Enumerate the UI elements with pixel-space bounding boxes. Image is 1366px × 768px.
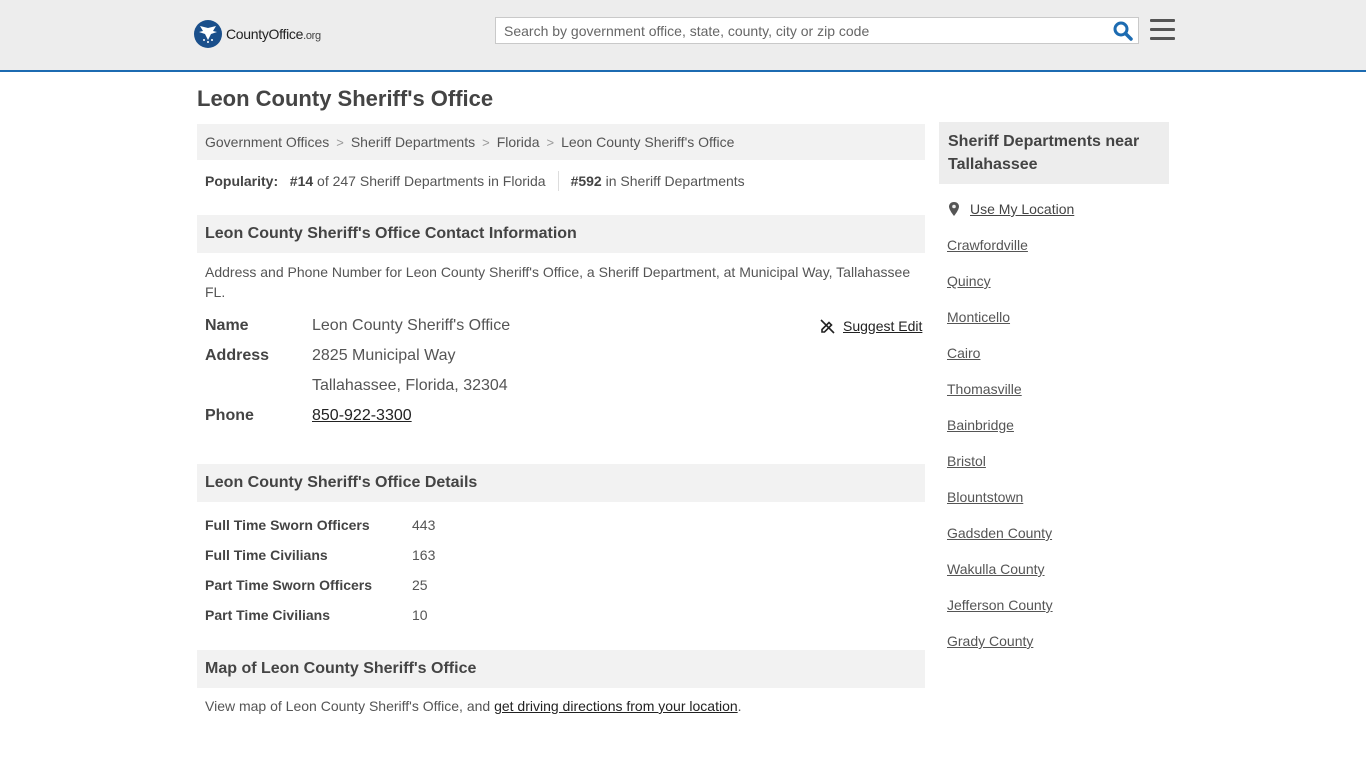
map-text-prefix: View map of Leon County Sheriff's Office…	[205, 698, 491, 714]
contact-heading: Leon County Sheriff's Office Contact Inf…	[197, 215, 925, 253]
nearby-link[interactable]: Cairo	[947, 345, 980, 361]
divider	[557, 171, 559, 191]
chevron-right-icon: >	[546, 134, 555, 150]
driving-directions-link[interactable]: get driving directions from your locatio…	[494, 698, 738, 714]
site-logo[interactable]: CountyOffice.org	[194, 20, 321, 48]
search-icon[interactable]	[1112, 20, 1134, 42]
map-heading: Map of Leon County Sheriff's Office	[197, 650, 925, 688]
site-header: CountyOffice.org	[0, 0, 1366, 72]
breadcrumb-sheriff-departments[interactable]: Sheriff Departments	[351, 134, 475, 150]
page-title: Leon County Sheriff's Office	[197, 86, 494, 111]
detail-label: Full Time Sworn Officers	[205, 517, 370, 533]
suggest-edit-label: Suggest Edit	[843, 318, 923, 334]
detail-label: Full Time Civilians	[205, 547, 328, 563]
phone-link[interactable]: 850-922-3300	[312, 407, 412, 425]
list-item: Wakulla County	[947, 561, 1053, 597]
detail-value: 163	[412, 547, 436, 563]
breadcrumb-current[interactable]: Leon County Sheriff's Office	[561, 134, 734, 150]
detail-value: 10	[412, 607, 428, 623]
eagle-logo-icon	[194, 20, 222, 48]
address-label: Address	[205, 347, 270, 364]
logo-text: CountyOffice.org	[226, 26, 321, 42]
map-description: View map of Leon County Sheriff's Office…	[205, 698, 742, 714]
hamburger-menu-icon[interactable]	[1150, 19, 1175, 41]
nearby-link[interactable]: Thomasville	[947, 381, 1022, 397]
nearby-link[interactable]: Monticello	[947, 309, 1010, 325]
use-my-location-link[interactable]: Use My Location	[970, 201, 1074, 217]
nearby-link[interactable]: Blountstown	[947, 489, 1023, 505]
search-box	[495, 17, 1139, 44]
map-text-suffix: .	[737, 698, 742, 714]
sidebar-heading: Sheriff Departments near Tallahassee	[939, 122, 1169, 184]
detail-value: 25	[412, 577, 428, 593]
list-item: Jefferson County	[947, 597, 1053, 633]
list-item: Quincy	[947, 273, 1053, 309]
list-item: Gadsden County	[947, 525, 1053, 561]
nearby-list: Crawfordville Quincy Monticello Cairo Th…	[947, 237, 1053, 669]
nearby-link[interactable]: Crawfordville	[947, 237, 1028, 253]
list-item: Cairo	[947, 345, 1053, 381]
office-name: Leon County Sheriff's Office	[312, 317, 511, 334]
list-item: Bainbridge	[947, 417, 1053, 453]
popularity-label: Popularity:	[205, 173, 279, 189]
detail-label: Part Time Civilians	[205, 607, 331, 623]
nearby-link[interactable]: Bainbridge	[947, 417, 1014, 433]
contact-description: Address and Phone Number for Leon County…	[205, 264, 911, 300]
map-pin-icon	[949, 202, 959, 216]
address-line2: Tallahassee, Florida, 32304	[312, 377, 508, 394]
suggest-edit-link[interactable]: Suggest Edit	[820, 318, 922, 334]
national-rank-text: in Sheriff Departments	[605, 173, 745, 189]
list-item: Crawfordville	[947, 237, 1053, 273]
breadcrumb-government-offices[interactable]: Government Offices	[205, 134, 329, 150]
name-label: Name	[205, 317, 249, 334]
state-rank-text: of 247 Sheriff Departments in Florida	[317, 173, 546, 189]
detail-label: Part Time Sworn Officers	[205, 577, 373, 593]
use-my-location: Use My Location	[947, 201, 1074, 217]
edit-off-icon	[820, 318, 835, 334]
list-item: Blountstown	[947, 489, 1053, 525]
details-heading: Leon County Sheriff's Office Details	[197, 464, 925, 502]
address-line1: 2825 Municipal Way	[312, 347, 456, 364]
phone-label: Phone	[205, 407, 254, 424]
logo-main: CountyOffice	[226, 26, 304, 42]
state-rank: #14	[289, 173, 314, 189]
nearby-link[interactable]: Quincy	[947, 273, 991, 289]
list-item: Grady County	[947, 633, 1053, 669]
logo-suffix: .org	[303, 30, 321, 42]
list-item: Monticello	[947, 309, 1053, 345]
nearby-link[interactable]: Jefferson County	[947, 597, 1053, 613]
nearby-link[interactable]: Bristol	[947, 453, 986, 469]
search-input[interactable]	[504, 18, 1104, 43]
nearby-link[interactable]: Gadsden County	[947, 525, 1052, 541]
national-rank: #592	[570, 173, 602, 189]
nearby-link[interactable]: Grady County	[947, 633, 1033, 649]
breadcrumb-florida[interactable]: Florida	[497, 134, 540, 150]
list-item: Bristol	[947, 453, 1053, 489]
detail-value: 443	[412, 517, 436, 533]
chevron-right-icon: >	[482, 134, 490, 150]
chevron-right-icon: >	[336, 134, 344, 150]
nearby-link[interactable]: Wakulla County	[947, 561, 1045, 577]
list-item: Thomasville	[947, 381, 1053, 417]
popularity-bar: Popularity: #14 of 247 Sheriff Departmen…	[205, 171, 745, 191]
breadcrumb: Government Offices > Sheriff Departments…	[197, 124, 925, 160]
